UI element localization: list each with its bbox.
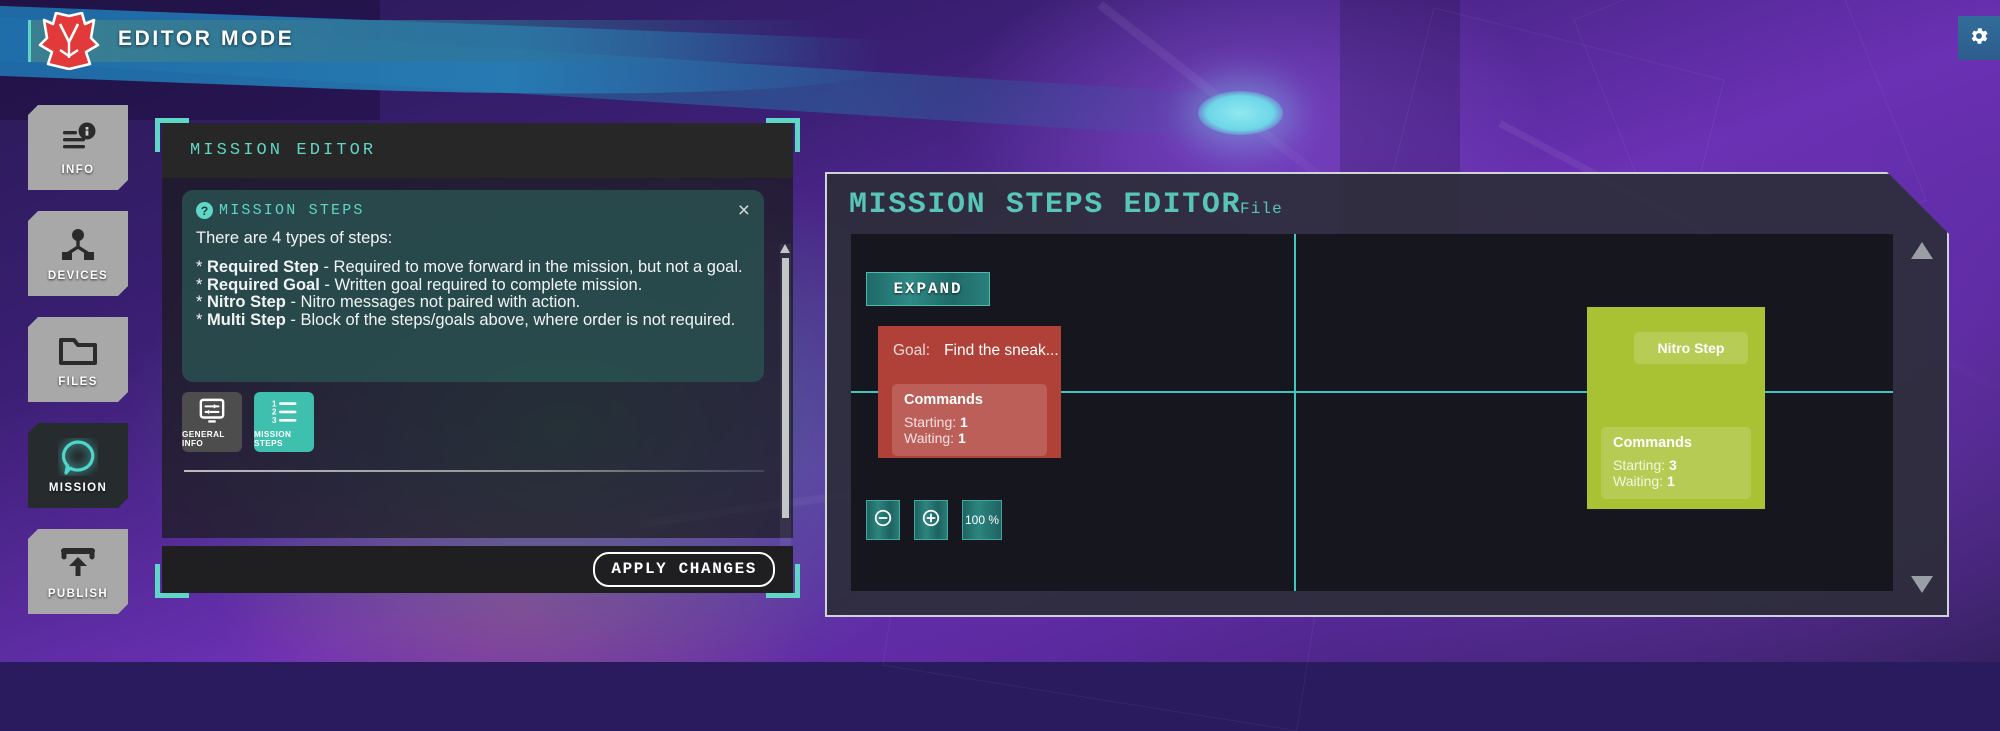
- info-lines-icon: [57, 119, 99, 159]
- help-item-3: * Multi Step - Block of the steps/goals …: [196, 312, 748, 329]
- sidebar-item-label: MISSION: [49, 482, 107, 494]
- general-info-icon: [198, 397, 226, 425]
- step-card-required-goal[interactable]: Goal: Find the sneak... Commands Startin…: [878, 326, 1061, 458]
- sidebar-item-publish[interactable]: PUBLISH: [28, 529, 128, 614]
- zoom-out-button[interactable]: [866, 500, 900, 540]
- mission-editor-title: MISSION EDITOR: [190, 141, 376, 160]
- scrollbar-thumb[interactable]: [782, 258, 789, 518]
- help-box-text: There are 4 types of steps: * Required S…: [182, 221, 764, 329]
- canvas-crosshair-vertical: [1294, 234, 1296, 591]
- close-icon[interactable]: ×: [738, 200, 750, 221]
- mission-editor-footer: APPLY CHANGES: [162, 546, 793, 593]
- steps-canvas[interactable]: EXPAND Goal: Find the sneak... Commands …: [851, 234, 1893, 591]
- expand-button-label: EXPAND: [893, 280, 962, 298]
- tab-general-info[interactable]: GENERAL INFO: [182, 392, 242, 452]
- triangle-up-icon[interactable]: [780, 244, 790, 253]
- goal-value: Find the sneak...: [944, 342, 1059, 360]
- divider: [184, 470, 764, 472]
- starting-label: Starting:: [1613, 457, 1665, 473]
- help-box-title: MISSION STEPS: [219, 202, 365, 219]
- mission-editor-titlebar: MISSION EDITOR: [162, 123, 793, 178]
- sidebar-item-label: PUBLISH: [48, 588, 108, 600]
- question-mark-icon: ?: [196, 202, 213, 219]
- zoom-in-button[interactable]: [914, 500, 948, 540]
- help-intro: There are 4 types of steps:: [196, 230, 748, 247]
- commands-box: Commands Starting: 3 Waiting: 1: [1601, 427, 1751, 499]
- goal-row: Goal: Find the sneak...: [878, 326, 1061, 360]
- sidebar-item-info[interactable]: INFO: [28, 105, 128, 190]
- starting-value: 3: [1669, 457, 1677, 473]
- sidebar: INFO DEVICES FILES MISSION: [28, 105, 128, 635]
- tab-label: GENERAL INFO: [182, 430, 242, 448]
- help-box-header: ? MISSION STEPS ×: [182, 190, 764, 221]
- zoom-controls: 100 %: [866, 500, 1002, 540]
- mission-editor-panel: MISSION EDITOR ? MISSION STEPS × There a…: [155, 118, 800, 598]
- starting-value: 1: [960, 414, 968, 430]
- gear-icon: [1968, 25, 1990, 52]
- upload-arrow-icon: [57, 543, 99, 583]
- mission-editor-body: ? MISSION STEPS × There are 4 types of s…: [162, 178, 793, 538]
- mission-editor-tabs: GENERAL INFO 1 2 3 MISSION STEPS: [182, 392, 314, 452]
- mission-steps-help-box: ? MISSION STEPS × There are 4 types of s…: [182, 190, 764, 382]
- commands-title: Commands: [904, 392, 1035, 408]
- expand-button[interactable]: EXPAND: [866, 272, 990, 306]
- numbered-list-icon: 1 2 3: [270, 397, 298, 425]
- commands-box: Commands Starting: 1 Waiting: 1: [892, 384, 1047, 456]
- triangle-up-icon[interactable]: [1911, 242, 1933, 259]
- sidebar-item-label: INFO: [61, 164, 94, 176]
- mission-editor-scrollbar[interactable]: [780, 244, 791, 584]
- commands-counts: Starting: 3 Waiting: 1: [1613, 457, 1739, 489]
- waiting-value: 1: [1667, 473, 1675, 489]
- waiting-label: Waiting:: [1613, 473, 1663, 489]
- help-item-2: * Nitro Step - Nitro messages not paired…: [196, 294, 748, 311]
- triangle-down-icon[interactable]: [1911, 576, 1933, 593]
- waiting-value: 1: [958, 430, 966, 446]
- sidebar-item-mission[interactable]: MISSION: [28, 423, 128, 508]
- mission-steps-editor-panel: MISSION STEPS EDITOR File EXPAND Goal: F…: [825, 172, 1949, 617]
- zoom-level-display[interactable]: 100 %: [962, 500, 1002, 540]
- mission-steps-editor-title: MISSION STEPS EDITOR: [849, 188, 1241, 222]
- glow-ellipse: [1198, 91, 1283, 135]
- waiting-label: Waiting:: [904, 430, 954, 446]
- sidebar-item-devices[interactable]: DEVICES: [28, 211, 128, 296]
- help-item-1: * Required Goal - Written goal required …: [196, 277, 748, 294]
- settings-button[interactable]: [1958, 16, 2000, 60]
- step-card-nitro-step[interactable]: Nitro Step Commands Starting: 3 Waiting:…: [1587, 307, 1765, 509]
- tab-mission-steps[interactable]: 1 2 3 MISSION STEPS: [254, 392, 314, 452]
- devices-node-icon: [57, 225, 99, 265]
- starting-label: Starting:: [904, 414, 956, 430]
- sidebar-item-label: DEVICES: [48, 270, 108, 282]
- file-menu[interactable]: File: [1240, 200, 1283, 218]
- help-item-0: * Required Step - Required to move forwa…: [196, 259, 748, 276]
- zoom-in-icon: [921, 508, 941, 533]
- folder-icon: [57, 331, 99, 371]
- nitro-step-chip: Nitro Step: [1634, 332, 1748, 364]
- page-title: EDITOR MODE: [118, 27, 294, 51]
- fox-head-logo: [38, 12, 100, 70]
- commands-title: Commands: [1613, 435, 1739, 451]
- sidebar-item-label: FILES: [58, 376, 98, 388]
- sidebar-item-files[interactable]: FILES: [28, 317, 128, 402]
- tab-label: MISSION STEPS: [254, 430, 314, 448]
- speech-bubble-icon: [57, 437, 99, 477]
- commands-counts: Starting: 1 Waiting: 1: [904, 414, 1035, 446]
- svg-text:3: 3: [272, 415, 277, 424]
- apply-changes-button[interactable]: APPLY CHANGES: [593, 552, 775, 587]
- goal-label: Goal:: [893, 342, 930, 360]
- zoom-out-icon: [873, 508, 893, 533]
- nitro-step-label: Nitro Step: [1658, 340, 1725, 356]
